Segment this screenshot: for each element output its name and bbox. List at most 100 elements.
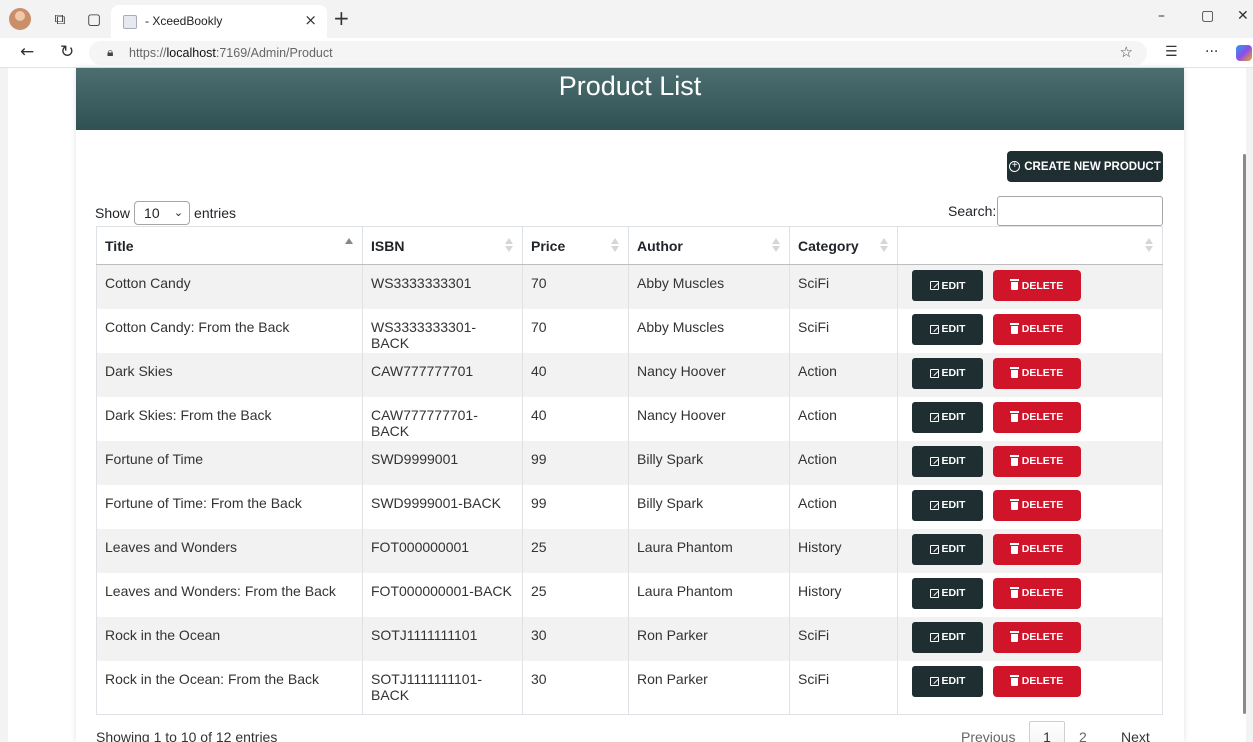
create-new-product-button[interactable]: + CREATE NEW PRODUCT (1007, 151, 1163, 182)
profile-avatar[interactable] (9, 8, 31, 30)
edit-button[interactable]: EDIT (912, 270, 983, 301)
trash-icon (1009, 454, 1019, 466)
cell-actions: EDIT DELETE (897, 616, 1163, 661)
delete-button[interactable]: DELETE (993, 533, 1081, 565)
back-icon[interactable]: ← (20, 42, 34, 62)
new-tab-icon[interactable]: + (333, 6, 350, 30)
edit-button[interactable]: EDIT (912, 401, 983, 433)
edit-button[interactable]: EDIT (912, 357, 983, 389)
trash-icon (1009, 279, 1019, 290)
delete-button[interactable]: DELETE (993, 270, 1081, 301)
cell-category: Action (789, 440, 898, 485)
delete-button[interactable]: DELETE (993, 665, 1081, 697)
delete-label: DELETE (1021, 675, 1064, 687)
edit-icon (929, 676, 939, 686)
entries-select[interactable]: 10 ⌄ (134, 201, 191, 225)
sort-icon (1145, 238, 1153, 252)
trash-icon (1009, 586, 1019, 598)
search-label: Search: (948, 203, 997, 219)
column-header-price[interactable]: Price (522, 226, 629, 265)
edit-label: EDIT (941, 323, 966, 335)
cell-price: 30 (522, 660, 629, 715)
cell-title: Rock in the Ocean: From the Back (96, 660, 363, 715)
cell-actions: EDIT DELETE (897, 660, 1163, 715)
delete-label: DELETE (1021, 587, 1064, 599)
page-button-2[interactable]: 2 (1079, 729, 1087, 742)
cell-actions: EDIT DELETE (897, 308, 1163, 353)
delete-button[interactable]: DELETE (993, 357, 1081, 389)
edit-button[interactable]: EDIT (912, 665, 983, 697)
previous-page-button[interactable]: Previous (961, 729, 1015, 742)
cell-title: Leaves and Wonders (96, 528, 363, 573)
cell-title: Cotton Candy: From the Back (96, 308, 363, 353)
edit-button[interactable]: EDIT (912, 621, 983, 653)
search-input[interactable] (997, 196, 1163, 226)
browser-viewport: Product List + CREATE NEW PRODUCT Show 1… (0, 68, 1253, 742)
page-button-1[interactable]: 1 (1029, 721, 1065, 742)
cell-title: Dark Skies: From the Back (96, 396, 363, 441)
workspaces-icon[interactable]: ⧉ (50, 9, 70, 29)
cell-isbn: CAW777777701 (362, 352, 523, 397)
cell-category: Action (789, 396, 898, 441)
card-header: Product List (76, 68, 1184, 130)
delete-button[interactable]: DELETE (993, 577, 1081, 609)
edit-icon (929, 632, 939, 642)
url-field[interactable]: 🔒︎ https://localhost:7169/Admin/Product … (89, 41, 1147, 65)
column-header-actions[interactable] (897, 226, 1163, 265)
minimize-icon[interactable]: – (1158, 8, 1165, 24)
close-icon[interactable]: × (304, 11, 317, 29)
cell-author: Ron Parker (628, 616, 790, 661)
column-header-title[interactable]: Title (96, 226, 363, 265)
create-button-label: CREATE NEW PRODUCT (1024, 160, 1161, 173)
edit-button[interactable]: EDIT (912, 445, 983, 477)
edit-button[interactable]: EDIT (912, 313, 983, 345)
restore-icon[interactable]: ▢ (1201, 8, 1214, 24)
product-table: Title ISBN Price Author Category Cotton … (96, 226, 1163, 715)
cell-isbn: SWD9999001 (362, 440, 523, 485)
cell-price: 40 (522, 396, 629, 441)
cell-category: SciFi (789, 660, 898, 715)
delete-button[interactable]: DELETE (993, 401, 1081, 433)
edit-button[interactable]: EDIT (912, 577, 983, 609)
tab-actions-icon[interactable]: ▢ (84, 9, 104, 29)
table-row: Dark Skies: From the Back CAW777777701-BA… (96, 396, 1163, 441)
cell-actions: EDIT DELETE (897, 396, 1163, 441)
cell-author: Abby Muscles (628, 264, 790, 309)
cell-author: Abby Muscles (628, 308, 790, 353)
cell-price: 40 (522, 352, 629, 397)
cell-title: Dark Skies (96, 352, 363, 397)
delete-button[interactable]: DELETE (993, 489, 1081, 521)
browser-tab[interactable]: - XceedBookly × (111, 5, 327, 38)
delete-button[interactable]: DELETE (993, 445, 1081, 477)
next-page-button[interactable]: Next (1121, 729, 1150, 742)
cell-isbn: SOTJ1111111101- BACK (362, 660, 523, 715)
url-text: https://localhost:7169/Admin/Product (129, 46, 333, 60)
cell-category: SciFi (789, 616, 898, 661)
cell-isbn: FOT000000001 (362, 528, 523, 573)
delete-button[interactable]: DELETE (993, 621, 1081, 653)
chevron-down-icon: ⌄ (173, 206, 184, 219)
column-header-author[interactable]: Author (628, 226, 790, 265)
delete-button[interactable]: DELETE (993, 313, 1081, 345)
cell-price: 70 (522, 308, 629, 353)
favorites-icon[interactable]: ☰ (1165, 44, 1178, 60)
delete-label: DELETE (1021, 323, 1064, 335)
cell-isbn: FOT000000001-BACK (362, 572, 523, 617)
window-close-icon[interactable]: ✕ (1237, 8, 1249, 24)
copilot-icon[interactable] (1236, 45, 1252, 61)
edit-button[interactable]: EDIT (912, 533, 983, 565)
column-header-isbn[interactable]: ISBN (362, 226, 523, 265)
star-icon[interactable]: ☆ (1120, 43, 1133, 61)
scrollbar[interactable] (1243, 154, 1246, 714)
cell-category: History (789, 572, 898, 617)
edit-icon (929, 588, 939, 598)
edit-label: EDIT (941, 675, 966, 687)
cell-category: History (789, 528, 898, 573)
column-header-category[interactable]: Category (789, 226, 898, 265)
edit-button[interactable]: EDIT (912, 489, 983, 521)
cell-author: Nancy Hoover (628, 352, 790, 397)
sort-icon (505, 238, 513, 252)
cell-isbn: CAW777777701-BACK (362, 396, 523, 441)
refresh-icon[interactable]: ↻ (60, 42, 74, 62)
more-icon[interactable]: ··· (1205, 44, 1218, 60)
